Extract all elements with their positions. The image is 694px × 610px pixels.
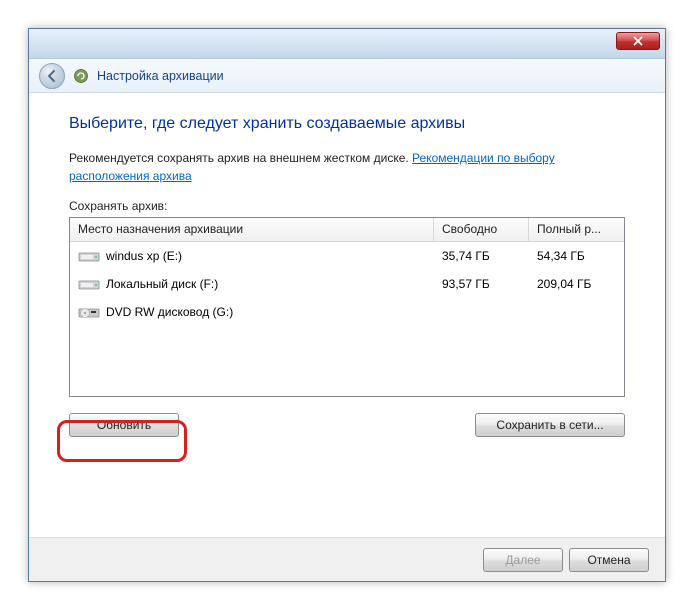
cancel-button[interactable]: Отмена bbox=[569, 548, 649, 572]
drive-name: windus xp (E:) bbox=[106, 249, 182, 263]
dvd-icon bbox=[78, 304, 100, 320]
list-item[interactable]: windus xp (E:) 35,74 ГБ 54,34 ГБ bbox=[70, 242, 624, 270]
main-heading: Выберите, где следует хранить создаваемы… bbox=[69, 115, 625, 133]
hdd-icon bbox=[78, 248, 100, 264]
drive-free: 35,74 ГБ bbox=[434, 249, 529, 263]
content-area: Выберите, где следует хранить создаваемы… bbox=[29, 93, 665, 447]
list-item[interactable]: Локальный диск (F:) 93,57 ГБ 209,04 ГБ bbox=[70, 270, 624, 298]
header-row: Настройка архивации bbox=[29, 59, 665, 93]
column-total[interactable]: Полный р... bbox=[529, 218, 624, 241]
drive-free: 93,57 ГБ bbox=[434, 277, 529, 291]
column-destination[interactable]: Место назначения архивации bbox=[70, 218, 434, 241]
drive-total: 54,34 ГБ bbox=[529, 249, 624, 263]
drive-name: DVD RW дисковод (G:) bbox=[106, 305, 233, 319]
button-row: Обновить Сохранить в сети... bbox=[69, 413, 625, 437]
refresh-button[interactable]: Обновить bbox=[69, 413, 179, 437]
list-item[interactable]: DVD RW дисковод (G:) bbox=[70, 298, 624, 326]
back-button[interactable] bbox=[39, 63, 65, 89]
titlebar bbox=[29, 29, 665, 59]
drive-name: Локальный диск (F:) bbox=[106, 277, 218, 291]
backup-icon bbox=[73, 68, 89, 84]
next-button: Далее bbox=[483, 548, 563, 572]
arrow-left-icon bbox=[45, 69, 59, 83]
drive-total: 209,04 ГБ bbox=[529, 277, 624, 291]
list-header: Место назначения архивации Свободно Полн… bbox=[70, 218, 624, 242]
hdd-icon bbox=[78, 276, 100, 292]
save-archive-label: Сохранять архив: bbox=[69, 199, 625, 213]
close-button[interactable] bbox=[616, 32, 660, 50]
window-title: Настройка архивации bbox=[97, 69, 224, 83]
column-free[interactable]: Свободно bbox=[434, 218, 529, 241]
recommendation-prefix: Рекомендуется сохранять архив на внешнем… bbox=[69, 151, 412, 165]
recommendation-text: Рекомендуется сохранять архив на внешнем… bbox=[69, 149, 625, 185]
drive-list[interactable]: Место назначения архивации Свободно Полн… bbox=[69, 217, 625, 397]
close-icon bbox=[633, 36, 643, 46]
save-network-button[interactable]: Сохранить в сети... bbox=[475, 413, 625, 437]
dialog-footer: Далее Отмена bbox=[29, 537, 665, 581]
dialog-window: Настройка архивации Выберите, где следуе… bbox=[28, 28, 666, 582]
